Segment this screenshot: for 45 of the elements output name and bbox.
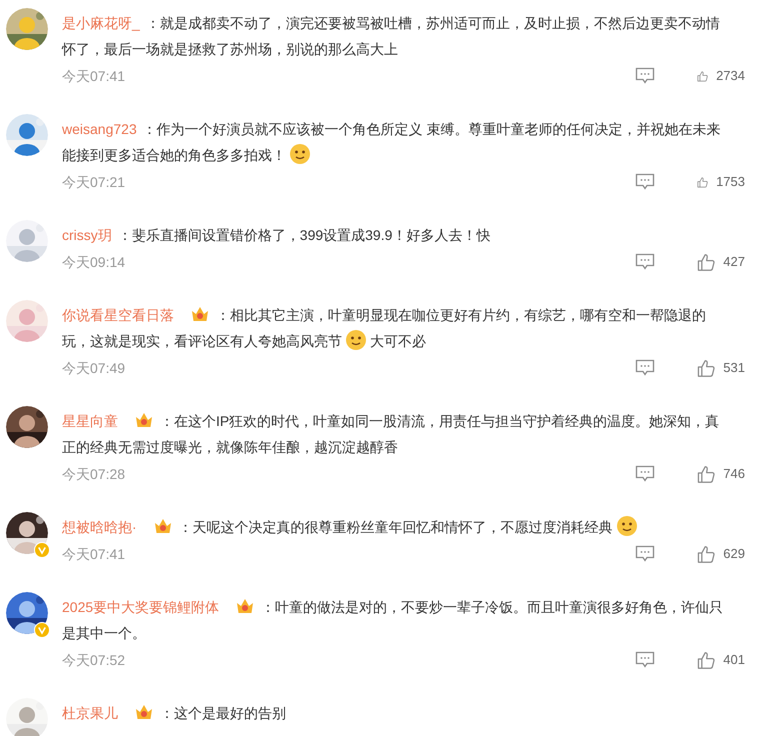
like-button[interactable]: 427 xyxy=(697,252,745,272)
timestamp: 今天07:49 xyxy=(62,359,126,378)
timestamp: 今天07:28 xyxy=(62,465,126,484)
like-button[interactable]: 2734 xyxy=(697,66,745,86)
emoji-icon xyxy=(616,515,638,537)
thumbs-up-icon xyxy=(697,252,716,272)
user-name[interactable]: 想被晗晗抱· xyxy=(62,519,137,535)
thumbs-up-icon xyxy=(697,544,716,564)
like-button[interactable]: 746 xyxy=(697,464,745,484)
user-name[interactable]: weisang723 xyxy=(62,121,137,137)
thumbs-up-icon xyxy=(697,358,716,378)
like-button[interactable]: 401 xyxy=(697,650,745,670)
comment-text: 杜京果儿 ：这个是最好的告别 xyxy=(62,702,287,723)
like-button[interactable]: 531 xyxy=(697,358,745,378)
comment-button[interactable] xyxy=(635,359,655,377)
comment-text: weisang723 ：作为一个好演员就不应该被一个角色所定义 束缚。尊重叶童老师的任何决定，并祝她在未来能接到更多适合她的角色多多拍戏！ xyxy=(62,120,722,167)
user-name[interactable]: 你说看星空看日落 xyxy=(62,307,174,323)
user-name[interactable]: 是小麻花呀_ xyxy=(62,15,140,31)
timestamp: 今天07:41 xyxy=(62,67,126,86)
comment-button[interactable] xyxy=(635,67,655,85)
user-name[interactable]: crissy玥 xyxy=(62,227,112,243)
comment-button[interactable] xyxy=(635,253,655,271)
timestamp: 今天07:41 xyxy=(62,545,126,564)
emoji-icon xyxy=(345,329,367,351)
comment-text: 想被晗晗抱· ：天呢这个决定真的很尊重粉丝童年回忆和情怀了，不愿过度消耗经典 xyxy=(62,514,745,540)
user-name[interactable]: 星星向童 xyxy=(62,413,118,429)
comment-text: 是小麻花呀_ ：就是成都卖不动了，演完还要被骂被吐槽，苏州适可而止，及时止损，不然后边更卖不动情怀了，最后一场就是拯救了苏州场，别说的那么高大上 xyxy=(62,14,721,59)
comment-text: 2025要中大奖要锦鲤附体 ：叶童的做法是对的，不要炒一辈子冷饭。而且叶童演很多好角色，许仙只是其中一个。 xyxy=(62,596,724,643)
comment-text: 你说看星空看日落 ：相比其它主演，叶童明显现在咖位更好有片约，有综艺，哪有空和一帮隐退的玩，这就是现实，看评论区有人夸她高风亮节 大可不必 xyxy=(62,304,707,353)
comment-text: crissy玥 ：斐乐直播间设置错价格了，399设置成39.9！好多人去！快 xyxy=(62,226,492,245)
like-button[interactable]: 1753 xyxy=(697,172,745,192)
thumbs-up-icon xyxy=(697,464,716,484)
comment-button[interactable] xyxy=(635,545,655,563)
emoji-icon xyxy=(289,143,311,165)
comment-button[interactable] xyxy=(635,173,655,191)
comment-text: 星星向童 ：在这个IP狂欢的时代，叶童如同一股清流，用责任与担当守护着经典的温度。她深知，真正的经典无需过度曝光，就像陈年佳酿，越沉淀越醇香 xyxy=(62,410,720,457)
user-name[interactable]: 杜京果儿 xyxy=(62,705,118,721)
timestamp: 今天07:21 xyxy=(62,173,126,192)
timestamp: 今天09:14 xyxy=(62,253,126,272)
thumbs-up-icon xyxy=(697,650,716,670)
comment-button[interactable] xyxy=(635,465,655,483)
user-name[interactable]: 2025要中大奖要锦鲤附体 xyxy=(62,599,220,615)
comment-button[interactable] xyxy=(635,651,655,669)
timestamp: 今天07:52 xyxy=(62,651,126,670)
like-button[interactable]: 629 xyxy=(697,544,745,564)
